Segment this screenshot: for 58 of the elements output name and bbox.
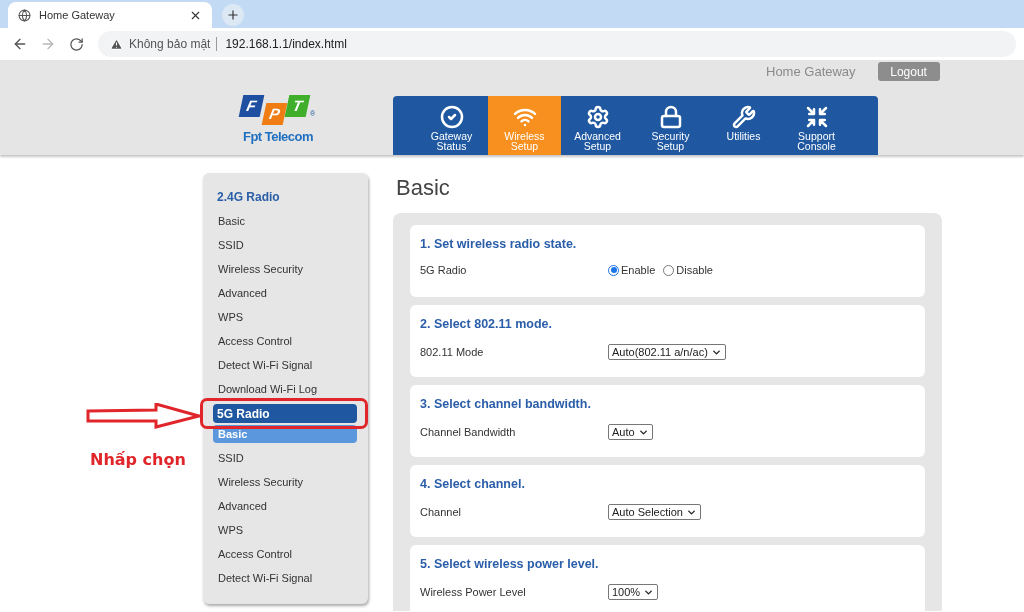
- section-title: 2. Select 802.11 mode.: [420, 317, 554, 331]
- sidebar-item[interactable]: Detect Wi-Fi Signal: [213, 353, 357, 377]
- sidebar-heading[interactable]: 5G Radio: [213, 404, 357, 423]
- nav-icon: [439, 105, 464, 129]
- sidebar-item[interactable]: Access Control: [213, 542, 357, 566]
- section-title: 4. Select channel.: [420, 477, 526, 491]
- dropdown[interactable]: Auto Selection: [608, 504, 701, 520]
- page-title: Basic: [396, 175, 451, 201]
- sidebar-item[interactable]: Detect Wi-Fi Signal: [213, 566, 357, 590]
- radio-option[interactable]: Disable: [663, 264, 713, 276]
- new-tab-button[interactable]: [222, 4, 244, 26]
- product-name: Home Gateway: [766, 64, 856, 79]
- sidebar-item[interactable]: SSID: [213, 233, 357, 257]
- logo-letter: P: [261, 103, 288, 125]
- sidebar-item[interactable]: Access Control: [213, 329, 357, 353]
- sidebar-item[interactable]: Wireless Security: [213, 470, 357, 494]
- nav-icon: [731, 105, 756, 129]
- dropdown[interactable]: 100%: [608, 584, 659, 600]
- url-text: 192.168.1.1/index.html: [216, 37, 347, 51]
- logo-text: Fpt Telecom: [242, 129, 314, 144]
- nav-icon: [585, 105, 610, 129]
- radio-option[interactable]: Enable: [608, 264, 656, 276]
- sidebar-item[interactable]: WPS: [213, 518, 357, 542]
- sidebar-item[interactable]: Basic: [213, 209, 357, 233]
- sidebar-item[interactable]: WPS: [213, 305, 357, 329]
- nav-tab[interactable]: Security Setup: [634, 96, 707, 155]
- logo-letter: F: [238, 95, 265, 117]
- nav-tab[interactable]: Support Console: [780, 96, 853, 155]
- nav-icon: [804, 105, 829, 129]
- field-label: 802.11 Mode: [420, 346, 485, 358]
- dropdown[interactable]: Auto: [608, 424, 653, 440]
- security-label: Không bảo mật: [129, 37, 211, 51]
- nav-tab[interactable]: Advanced Setup: [561, 96, 634, 155]
- field-label: Wireless Power Level: [420, 586, 527, 598]
- globe-icon: [18, 8, 31, 22]
- warning-icon: [110, 37, 123, 51]
- annotation-text: Nhấp chọn: [90, 450, 186, 469]
- field-label: Channel: [420, 506, 462, 518]
- field-label: Channel Bandwidth: [420, 426, 517, 438]
- nav-tab[interactable]: Gateway Status: [415, 96, 488, 155]
- plus-icon: [226, 8, 240, 22]
- nav-tab[interactable]: Utilities: [707, 96, 780, 155]
- sidebar-item[interactable]: Advanced: [213, 281, 357, 305]
- browser-tab[interactable]: Home Gateway: [8, 2, 212, 28]
- section-title: 5. Select wireless power level.: [420, 557, 600, 571]
- sidebar-item[interactable]: Wireless Security: [213, 257, 357, 281]
- field-label: 5G Radio: [420, 264, 468, 276]
- sidebar-heading[interactable]: 2.4G Radio: [213, 185, 357, 209]
- sidebar-item[interactable]: SSID: [213, 446, 357, 470]
- dropdown[interactable]: Auto(802.11 a/n/ac): [608, 344, 726, 360]
- nav-icon: [658, 105, 683, 129]
- tab-title: Home Gateway: [39, 9, 116, 21]
- sidebar-item[interactable]: Advanced: [213, 494, 357, 518]
- sidebar-item[interactable]: Download Wi-Fi Log: [213, 377, 357, 401]
- section-title: 1. Set wireless radio state.: [420, 237, 578, 251]
- section-title: 3. Select channel bandwidth.: [420, 397, 592, 411]
- logo-letter: T: [284, 95, 311, 117]
- address-bar[interactable]: Không bảo mật 192.168.1.1/index.html: [98, 31, 1016, 57]
